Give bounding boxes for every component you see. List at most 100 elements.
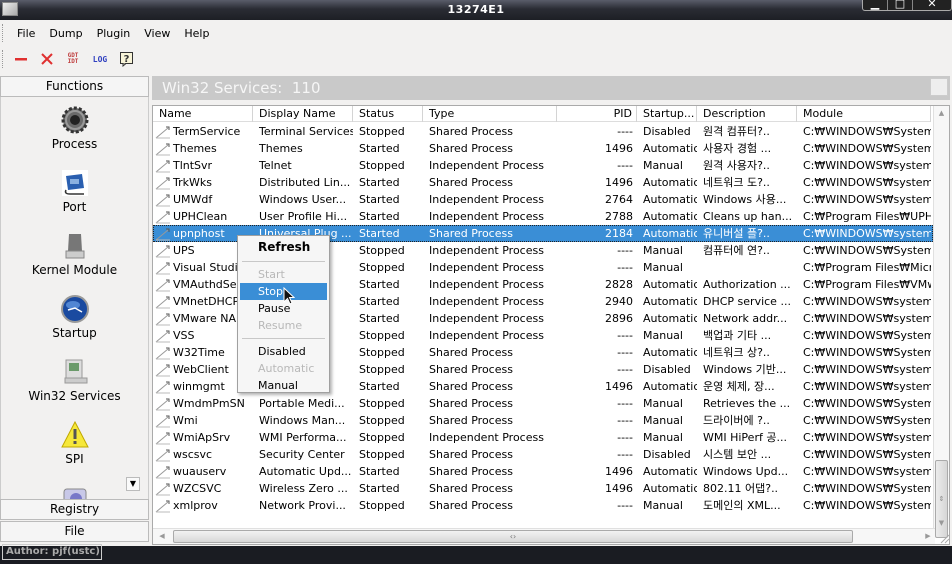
author-label: Author: pjf(ustc) <box>2 544 102 560</box>
vertical-scrollbar[interactable]: ▲ ⇕ ▼ <box>933 106 949 538</box>
menu-file[interactable]: File <box>10 27 42 40</box>
column-header-display-name[interactable]: Display Name <box>253 106 353 122</box>
service-name: WmiApSrv <box>173 431 231 444</box>
maximize-button[interactable]: □ <box>888 0 913 10</box>
cell-status: Started <box>359 227 400 240</box>
close-icon <box>41 53 53 65</box>
table-row[interactable]: TrkWks Distributed Lin... Started Shared Pr… <box>153 174 933 191</box>
function-spi[interactable]: SPI <box>1 412 148 475</box>
log-button[interactable]: LOG <box>90 50 110 68</box>
function-process[interactable]: Process <box>1 97 148 160</box>
cell-type: Shared Process <box>429 363 513 376</box>
cell-pid: 1496 <box>605 142 633 155</box>
menu-help[interactable]: Help <box>177 27 216 40</box>
scroll-left-button[interactable]: ◀ <box>155 529 169 544</box>
kill-button[interactable] <box>38 50 56 68</box>
table-row[interactable]: Wmi Windows Man... Stopped Shared Process --… <box>153 412 933 429</box>
context-menu-manual[interactable]: Manual <box>240 377 327 394</box>
cell-startup: Manual <box>643 431 683 444</box>
table-row[interactable]: UMWdf Windows User... Started Independent P… <box>153 191 933 208</box>
service-icon <box>155 227 171 241</box>
cell-status: Started <box>359 142 400 155</box>
cell-name: UMWdf <box>153 191 253 208</box>
context-menu-disabled[interactable]: Disabled <box>240 343 327 360</box>
cell-name: UPHClean <box>153 208 253 225</box>
function-kernel-module[interactable]: Kernel Module <box>1 223 148 286</box>
column-header-description[interactable]: Description <box>697 106 797 122</box>
resize-grip[interactable] <box>938 532 950 544</box>
cell-status: Started <box>359 278 400 291</box>
menu-separator <box>242 261 325 262</box>
services-title: Win32 Services: <box>162 79 283 97</box>
cell-type: Shared Process <box>429 414 513 427</box>
toolbar-grip[interactable] <box>2 50 5 68</box>
cell-pid: ---- <box>617 363 633 376</box>
cell-pid: ---- <box>617 431 633 444</box>
scroll-right-button[interactable]: ▶ <box>921 529 935 544</box>
cell-status: Stopped <box>359 346 405 359</box>
cell-description: 원격 컴퓨터?.. <box>703 125 770 138</box>
cell-startup: Manual <box>643 397 683 410</box>
functions-header[interactable]: Functions <box>0 76 149 97</box>
menu-plugin[interactable]: Plugin <box>90 27 138 40</box>
tab-registry[interactable]: Registry <box>0 499 149 520</box>
function-startup[interactable]: Startup <box>1 286 148 349</box>
cell-pid: 1496 <box>605 176 633 189</box>
column-header-module[interactable]: Module <box>797 106 931 122</box>
context-menu-refresh[interactable]: Refresh <box>240 238 327 257</box>
tab-file[interactable]: File <box>0 521 149 542</box>
functions-list: Process Port Kernel Module Startup Win32… <box>0 97 149 499</box>
cell-startup: Automatic <box>643 193 697 206</box>
table-row[interactable]: xmlprov Network Provi... Stopped Shared Pro… <box>153 497 933 514</box>
panel-options-icon[interactable] <box>930 78 948 96</box>
table-row[interactable]: WmiApSrv WMI Performa... Stopped Independen… <box>153 429 933 446</box>
service-icon <box>155 125 171 139</box>
column-header-name[interactable]: Name <box>153 106 253 122</box>
table-row[interactable]: UPHClean User Profile Hi... Started Indepen… <box>153 208 933 225</box>
cell-module: C:₩WINDOWS₩system32 <box>803 193 931 206</box>
cell-type: Independent Process <box>429 193 544 206</box>
table-row[interactable]: TlntSvr Telnet Stopped Independent Process -… <box>153 157 933 174</box>
help-button[interactable]: ? <box>118 50 136 68</box>
service-name: UPS <box>173 244 195 257</box>
scroll-up-button[interactable]: ▲ <box>934 106 949 120</box>
close-button[interactable]: ✕ <box>913 0 951 10</box>
column-header-startup[interactable]: Startup... <box>637 106 697 122</box>
cell-module: C:₩WINDOWS₩system32 <box>803 176 931 189</box>
table-row[interactable]: TermService Terminal Services Stopped Share… <box>153 123 933 140</box>
horizontal-scrollbar[interactable]: ◀ ‹› ▶ <box>153 528 935 544</box>
function-win32-services[interactable]: Win32 Services <box>1 349 148 412</box>
functions-scroll-down[interactable]: ▼ <box>126 477 140 491</box>
column-header-status[interactable]: Status <box>353 106 423 122</box>
gdt-idt-button[interactable]: GDT IDT <box>64 50 82 68</box>
cell-pid: ---- <box>617 346 633 359</box>
cell-type: Shared Process <box>429 499 513 512</box>
cell-description: 네트워크 도?.. <box>703 176 770 189</box>
table-row[interactable]: Themes Themes Started Shared Process 1496 Aut… <box>153 140 933 157</box>
table-row[interactable]: WmdmPmSN Portable Medi... Stopped Shared Pr… <box>153 395 933 412</box>
column-header-pid[interactable]: PID <box>557 106 637 122</box>
service-name: WZCSVC <box>173 482 222 495</box>
horizontal-scroll-thumb[interactable]: ‹› <box>173 530 853 543</box>
cell-status: Stopped <box>359 448 405 461</box>
minimize-button[interactable]: ▁ <box>863 0 888 10</box>
table-row[interactable]: wuauserv Automatic Upd... Started Shared Pr… <box>153 463 933 480</box>
table-row[interactable]: wscsvc Security Center Stopped Shared Proce… <box>153 446 933 463</box>
minus-button[interactable] <box>12 50 30 68</box>
cell-type: Independent Process <box>429 431 544 444</box>
column-header-type[interactable]: Type <box>423 106 557 122</box>
menu-view[interactable]: View <box>137 27 177 40</box>
menubar-grip[interactable] <box>2 24 5 42</box>
cell-startup: Manual <box>643 499 683 512</box>
cell-startup: Manual <box>643 414 683 427</box>
cell-type: Shared Process <box>429 142 513 155</box>
table-row[interactable]: WZCSVC Wireless Zero ... Started Shared Pro… <box>153 480 933 497</box>
service-icon <box>155 176 171 190</box>
scroll-down-button[interactable]: ▼ <box>934 516 949 530</box>
menu-dump[interactable]: Dump <box>42 27 89 40</box>
log-icon: LOG <box>92 54 108 64</box>
function-port[interactable]: Port <box>1 160 148 223</box>
cell-description <box>697 259 797 276</box>
cell-description: Windows 사용... <box>703 193 787 206</box>
cell-startup: Automatic <box>643 346 697 359</box>
